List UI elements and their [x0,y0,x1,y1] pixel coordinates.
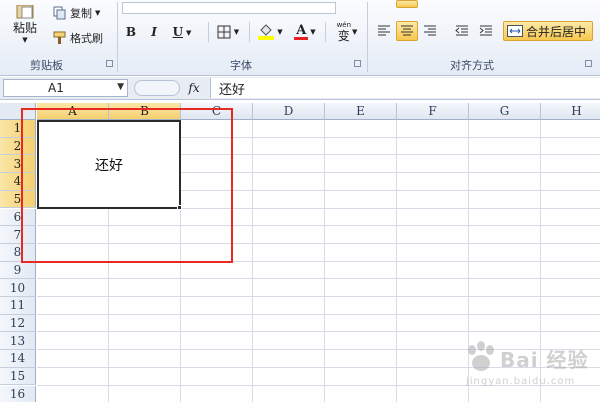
format-painter-label: 格式刷 [70,32,103,45]
column-header-h[interactable]: H [541,103,600,120]
grid-hline [37,278,600,280]
group-separator [325,22,326,42]
merge-center-button[interactable]: 合并后居中 [503,21,593,41]
align-right-button[interactable] [420,21,440,41]
group-separator [117,2,118,72]
chevron-down-icon: ▼ [95,9,101,17]
watermark-text: Bai 经验 [500,348,589,372]
grid-hline [37,296,600,297]
italic-button[interactable]: I [145,23,163,41]
format-painter-button[interactable]: 格式刷 [52,29,114,47]
borders-button[interactable]: ▼ [213,23,243,41]
fill-color-icon [258,24,275,40]
font-color-icon: A [294,23,309,40]
formula-bar-grip[interactable] [134,80,180,96]
font-group-label: 字体 [230,59,252,72]
chevron-down-icon: ▼ [352,28,358,36]
font-color-glyph: A [296,23,307,38]
fill-color-button[interactable]: ▼ [254,22,286,42]
fx-icon: fx [188,81,200,95]
column-header-e[interactable]: E [325,103,397,120]
clipboard-dialog-launcher[interactable] [106,60,113,67]
copy-icon [53,6,66,20]
annotation-highlight-box [21,108,233,263]
row-header-14[interactable]: 14 [0,350,36,368]
phonetic-char: 变 [337,29,350,43]
bold-button[interactable]: B [122,23,140,41]
row-header-12[interactable]: 12 [0,314,36,333]
font-color-swatch [294,37,309,40]
decrease-indent-icon [455,25,468,36]
column-header-d[interactable]: D [253,103,325,120]
row-header-15[interactable]: 15 [0,367,36,386]
chevron-down-icon: ▼ [310,28,316,36]
baidu-watermark: Bai 经验 jingyan.baidu.com [462,338,594,390]
grid-hline [37,313,600,315]
watermark-url: jingyan.baidu.com [466,376,576,387]
chevron-down-icon[interactable]: ▼ [117,82,124,92]
chevron-down-icon: ▼ [22,35,28,44]
merge-center-label: 合并后居中 [526,24,587,39]
chevron-down-icon: ▼ [277,28,283,36]
paste-label: 粘贴 [12,20,37,35]
column-header-f[interactable]: F [397,103,469,120]
paw-icon [468,341,494,371]
format-painter-icon [53,31,66,44]
row-header-9[interactable]: 9 [0,261,36,280]
paste-icon [16,4,34,18]
underline-button[interactable]: U ▼ [168,23,196,41]
copy-label: 复制 [70,7,92,20]
chevron-down-icon: ▼ [233,28,240,36]
align-left-button[interactable] [374,21,394,41]
increase-indent-icon [479,25,492,36]
column-header-g[interactable]: G [469,103,541,120]
increase-indent-button[interactable] [476,21,496,41]
borders-icon [217,25,231,39]
grid-hline [37,331,600,333]
insert-function-button[interactable]: fx [182,79,206,97]
align-center-button[interactable] [396,21,418,41]
font-name-box[interactable] [122,2,336,14]
merge-center-icon [507,25,523,37]
bold-label: B [125,25,137,39]
copy-button[interactable]: 复制 ▼ [52,4,112,22]
align-center-icon [401,25,413,36]
group-separator [367,2,368,72]
name-box[interactable]: A1 ▼ [3,79,128,97]
row-header-11[interactable]: 11 [0,297,36,315]
formula-bar: A1 ▼ fx 还好 [0,77,600,100]
group-separator [249,22,250,42]
alignment-group-label: 对齐方式 [450,59,494,72]
row-header-16[interactable]: 16 [0,385,36,402]
decrease-indent-button[interactable] [452,21,472,41]
clipboard-group-label: 剪贴板 [30,59,63,72]
formula-text: 还好 [219,82,246,98]
font-color-button[interactable]: A ▼ [290,22,320,42]
align-right-icon [424,25,436,36]
formula-input[interactable]: 还好 [210,78,600,98]
chevron-down-icon: ▼ [186,27,192,37]
alignment-dialog-launcher[interactable] [585,60,592,67]
font-dialog-launcher[interactable] [354,60,361,67]
align-left-icon [378,25,390,36]
phonetic-guide-icon: wén 变 [337,21,351,43]
phonetic-guide-button[interactable]: wén 变 ▼ [330,21,364,43]
ribbon: 粘贴 ▼ 复制 ▼ 格式刷 剪贴板 B I U ▼ ▼ ▼ A ▼ wén 变 … [0,0,600,76]
paste-button[interactable]: 粘贴 ▼ [4,2,46,46]
underline-label: U [172,25,184,39]
row-header-13[interactable]: 13 [0,332,36,351]
group-separator [208,22,209,42]
row-header-10[interactable]: 10 [0,279,36,297]
italic-label: I [151,25,157,39]
middle-align-button[interactable] [396,0,418,8]
name-box-value: A1 [48,81,64,95]
